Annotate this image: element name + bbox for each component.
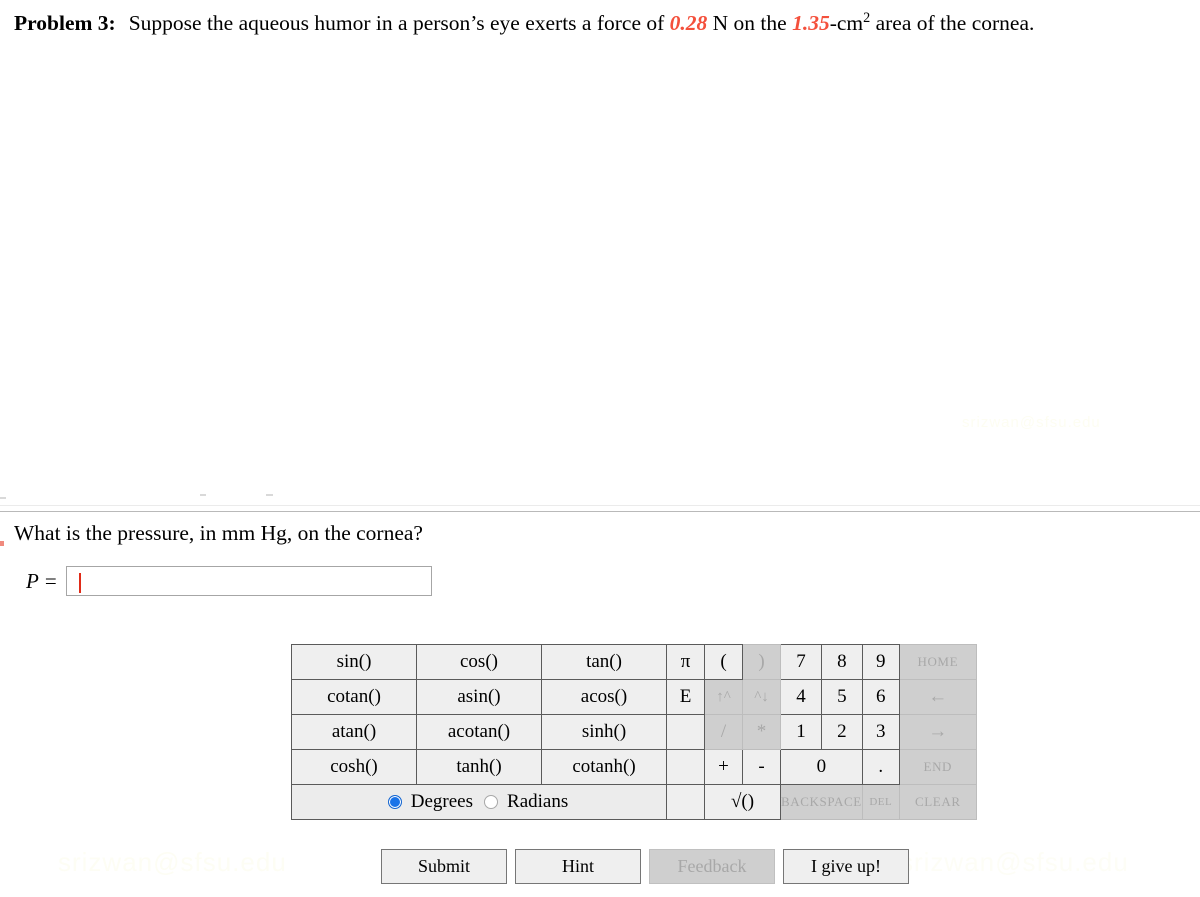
- digit-5-button[interactable]: 5: [820, 679, 863, 715]
- arrow-left-icon: ←: [898, 679, 977, 715]
- digit-4-button[interactable]: 4: [780, 679, 822, 715]
- area-value: 1.35: [792, 11, 830, 35]
- fn-tanh-button[interactable]: tanh(): [416, 749, 542, 785]
- blank-cell: [666, 749, 705, 785]
- decimal-point-button[interactable]: .: [861, 749, 900, 785]
- exponent-e-button[interactable]: E: [666, 679, 705, 715]
- hint-button[interactable]: Hint: [515, 849, 641, 884]
- fn-tan-button[interactable]: tan(): [541, 644, 667, 680]
- answer-variable-label: P: [26, 568, 39, 593]
- arrow-right-icon: →: [898, 714, 977, 750]
- problem-text-before: Suppose the aqueous humor in a person’s …: [128, 11, 665, 35]
- section-divider: [0, 511, 1200, 512]
- digit-8-button[interactable]: 8: [820, 644, 863, 680]
- digit-0-button[interactable]: 0: [780, 749, 863, 785]
- divide-button: /: [704, 714, 743, 750]
- paren-close-button: ): [742, 644, 781, 680]
- home-button: HOME: [898, 644, 977, 680]
- digit-7-button[interactable]: 7: [780, 644, 822, 680]
- scan-speck: [266, 494, 273, 496]
- degrees-label: Degrees: [410, 791, 474, 812]
- answer-input[interactable]: [65, 566, 432, 596]
- faint-watermark-bottom-right: srizwan@sfsu.edu: [900, 847, 1129, 877]
- force-value: 0.28: [669, 11, 708, 35]
- blank-cell: [666, 714, 705, 750]
- power-down-button: ^↓: [742, 679, 781, 715]
- submit-button[interactable]: Submit: [381, 849, 507, 884]
- fn-cotanh-button[interactable]: cotanh(): [541, 749, 667, 785]
- fn-sin-button[interactable]: sin(): [291, 644, 417, 680]
- problem-statement: Problem 3: Suppose the aqueous humor in a…: [14, 8, 1189, 38]
- action-buttons: Submit Hint Feedback I give up!: [381, 849, 909, 884]
- problem-text-mid: N on the: [712, 11, 787, 35]
- calc-row: sin() cos() tan() π ( ) 7 8 9 HOME: [291, 644, 977, 680]
- fn-atan-button[interactable]: atan(): [291, 714, 417, 750]
- fn-cosh-button[interactable]: cosh(): [291, 749, 417, 785]
- digit-1-button[interactable]: 1: [780, 714, 822, 750]
- end-button: END: [898, 749, 977, 785]
- radians-label: Radians: [507, 791, 569, 812]
- question-bullet: [0, 541, 4, 546]
- text-caret: [79, 573, 81, 593]
- digit-2-button[interactable]: 2: [820, 714, 863, 750]
- blank-cell: [666, 784, 705, 820]
- fn-acos-button[interactable]: acos(): [541, 679, 667, 715]
- give-up-button[interactable]: I give up!: [783, 849, 909, 884]
- equals-sign: =: [44, 568, 57, 593]
- digit-3-button[interactable]: 3: [861, 714, 900, 750]
- power-up-button: ↑^: [704, 679, 743, 715]
- section-divider-light: [0, 505, 1200, 506]
- area-unit: -cm: [829, 11, 864, 35]
- calc-row: cosh() tanh() cotanh() + - 0 . END: [291, 749, 977, 785]
- calculator-keypad: sin() cos() tan() π ( ) 7 8 9 HOME cotan…: [291, 644, 977, 820]
- fn-cotan-button[interactable]: cotan(): [291, 679, 417, 715]
- delete-button: DEL: [861, 784, 900, 820]
- fn-sinh-button[interactable]: sinh(): [541, 714, 667, 750]
- scan-speck: [0, 497, 6, 499]
- problem-label: Problem 3:: [14, 11, 116, 35]
- calc-row: cotan() asin() acos() E ↑^ ^↓ 4 5 6 ←: [291, 679, 977, 715]
- multiply-button: *: [742, 714, 781, 750]
- question-text: What is the pressure, in mm Hg, on the c…: [14, 521, 423, 545]
- problem-text-after: area of the cornea.: [875, 11, 1035, 35]
- answer-row: P =: [26, 566, 432, 596]
- fn-cos-button[interactable]: cos(): [416, 644, 542, 680]
- faint-watermark-top: srizwan@sfsu.edu: [962, 414, 1101, 431]
- fn-acotan-button[interactable]: acotan(): [416, 714, 542, 750]
- digit-6-button[interactable]: 6: [861, 679, 900, 715]
- pi-button[interactable]: π: [666, 644, 705, 680]
- minus-button[interactable]: -: [742, 749, 781, 785]
- calc-row: atan() acotan() sinh() / * 1 2 3 →: [291, 714, 977, 750]
- digit-9-button[interactable]: 9: [861, 644, 900, 680]
- sqrt-button[interactable]: √(): [704, 784, 781, 820]
- degrees-radio[interactable]: [387, 795, 402, 809]
- backspace-button: BACKSPACE: [780, 784, 863, 820]
- calc-row: Degrees Radians √() BACKSPACE DEL CLEAR: [291, 784, 977, 820]
- paren-open-button[interactable]: (: [704, 644, 743, 680]
- clear-button: CLEAR: [898, 784, 977, 820]
- scan-speck: [200, 494, 206, 496]
- feedback-button: Feedback: [649, 849, 775, 884]
- fn-asin-button[interactable]: asin(): [416, 679, 542, 715]
- angle-mode-selector: Degrees Radians: [291, 784, 667, 820]
- email-watermark: srizwan@sfsu.edu: [58, 847, 287, 877]
- plus-button[interactable]: +: [704, 749, 743, 785]
- area-exponent: 2: [863, 9, 871, 26]
- radians-radio[interactable]: [484, 795, 499, 809]
